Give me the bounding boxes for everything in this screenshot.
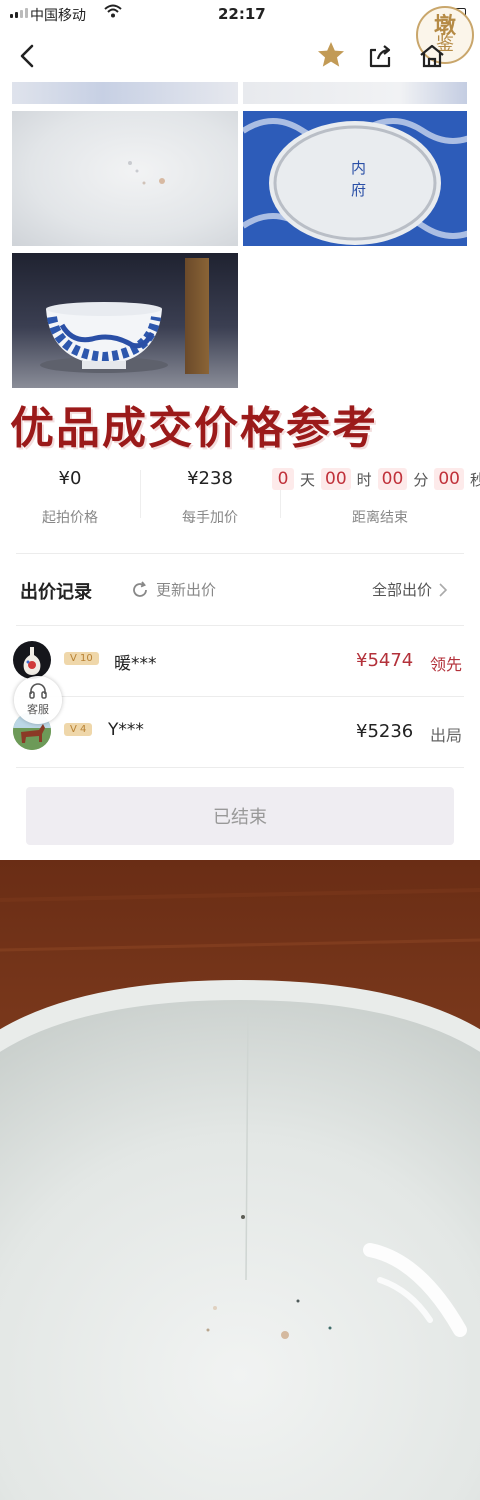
- bowl-base-mark-image: 内 府: [243, 111, 467, 246]
- chevron-right-icon: [439, 582, 448, 597]
- countdown-days-unit: 天: [300, 470, 316, 489]
- carrier-label: 中国移动: [30, 8, 86, 24]
- countdown-seconds-unit: 秒: [469, 470, 480, 489]
- row-divider: [16, 696, 464, 697]
- countdown-days: 0: [272, 468, 294, 490]
- countdown-hours-unit: 时: [356, 470, 372, 489]
- bidder-avatar: [13, 641, 51, 679]
- bid-records-title: 出价记录: [20, 582, 92, 603]
- customer-service-button[interactable]: 客服: [14, 676, 62, 724]
- bowl-interior-photo[interactable]: [0, 860, 480, 1500]
- chevron-left-icon[interactable]: [14, 42, 42, 70]
- countdown-minutes-unit: 分: [413, 470, 429, 489]
- start-price-value: ¥0: [58, 468, 82, 489]
- refresh-icon: [133, 580, 147, 597]
- bidder-name: 暖***: [114, 654, 157, 674]
- vase-avatar-image: [23, 647, 41, 675]
- clock-time: 22:17: [218, 5, 266, 23]
- bid-status-out: 出局: [430, 726, 463, 745]
- vip-level-badge: V 10: [64, 652, 99, 665]
- bowl-interior-image: [0, 860, 480, 1500]
- customer-service-label: 客服: [27, 703, 49, 716]
- home-icon[interactable]: [418, 42, 446, 70]
- all-bids-label: 全部出价: [372, 581, 433, 599]
- countdown-minutes: 00: [377, 468, 408, 490]
- start-price-label: 起拍价格: [42, 510, 98, 526]
- bowl-chip-detail-image: [128, 161, 165, 185]
- gallery-photo-1[interactable]: [12, 82, 238, 104]
- increment-label: 每手加价: [182, 510, 238, 526]
- signal-icon: [10, 8, 28, 18]
- gallery-photo-3[interactable]: [12, 111, 238, 246]
- wifi-icon: [104, 4, 122, 18]
- auction-ended-button[interactable]: 已结束: [26, 787, 454, 845]
- bowl-mark-char-1: 内: [351, 159, 366, 177]
- gallery-photo-4[interactable]: 内 府: [243, 111, 467, 246]
- all-bids-link[interactable]: 全部出价: [372, 579, 448, 600]
- gallery-photo-2[interactable]: [243, 82, 467, 104]
- measuring-ruler-image: [185, 258, 209, 374]
- divider: [140, 470, 141, 518]
- countdown-hours: 00: [321, 468, 351, 490]
- section-divider: [16, 625, 464, 626]
- bid-status-leading: 领先: [430, 655, 463, 674]
- logo-text-1: 墩: [433, 13, 456, 39]
- section-divider: [16, 553, 464, 554]
- refresh-bids-button[interactable]: 更新出价: [130, 579, 216, 600]
- countdown-label: 距离结束: [352, 510, 408, 526]
- reference-price-headline: 优品成交价格参考: [10, 403, 378, 454]
- star-icon[interactable]: [316, 40, 346, 70]
- headset-icon: [29, 683, 47, 699]
- share-icon[interactable]: [366, 42, 394, 70]
- bid-price: ¥5474: [356, 650, 414, 671]
- row-divider: [16, 767, 464, 768]
- vip-level-badge: V 4: [64, 723, 93, 736]
- refresh-bids-label: 更新出价: [156, 581, 217, 599]
- countdown-seconds: 00: [434, 468, 464, 490]
- bowl-mark-char-2: 府: [351, 181, 366, 199]
- bidder-name: Y***: [108, 720, 144, 740]
- countdown-timer: 0 天 00 时 00 分 00 秒: [272, 468, 480, 490]
- status-bar: 中国移动 22:17: [0, 0, 480, 28]
- increment-value: ¥238: [187, 468, 233, 489]
- bid-price: ¥5236: [356, 721, 414, 742]
